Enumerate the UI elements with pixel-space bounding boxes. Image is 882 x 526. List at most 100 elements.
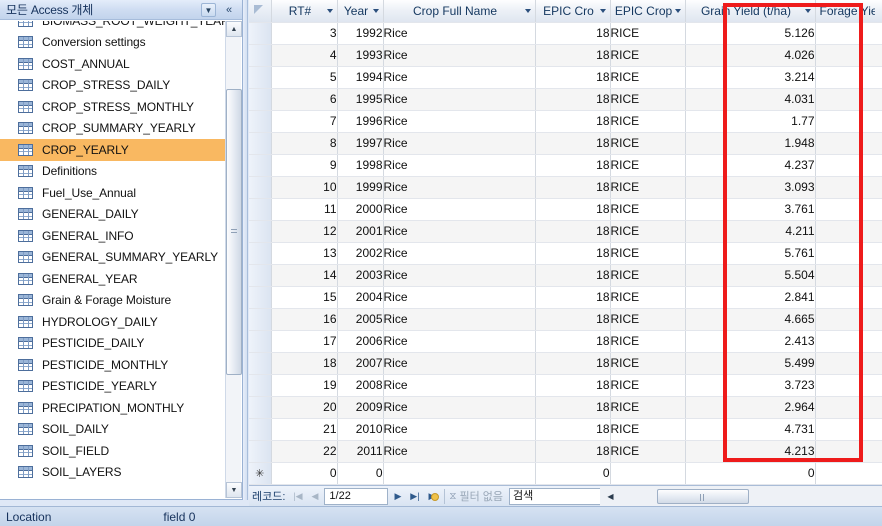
row-selector[interactable] — [249, 352, 272, 375]
table-row[interactable]: 21 2010 Rice 18 RICE 4.731 — [249, 418, 882, 441]
cell-rt[interactable]: 4 — [271, 44, 338, 67]
sidebar-item-cost-annual[interactable]: COST_ANNUAL — [0, 53, 225, 75]
chevron-down-icon[interactable]: ▼ — [201, 3, 216, 17]
cell-forage[interactable] — [815, 374, 882, 397]
cell-epic1[interactable]: 18 — [535, 330, 611, 353]
sidebar-item-fuel-use-annual[interactable]: Fuel_Use_Annual — [0, 182, 225, 204]
cell-forage[interactable] — [815, 440, 882, 463]
cell-rt[interactable]: 21 — [271, 418, 338, 441]
row-selector[interactable] — [249, 440, 272, 463]
first-record-icon[interactable]: |◀ — [289, 488, 306, 505]
cell-crop[interactable]: Rice — [383, 396, 536, 419]
sidebar-item-definitions[interactable]: Definitions — [0, 161, 225, 183]
sidebar-item-soil-field[interactable]: SOIL_FIELD — [0, 440, 225, 462]
triangle-left-icon[interactable]: ◀ — [602, 488, 619, 505]
cell-crop[interactable]: Rice — [383, 286, 536, 309]
cell-crop[interactable]: Rice — [383, 110, 536, 133]
new-cell-epic1[interactable]: 0 — [535, 462, 611, 485]
sidebar-item-pesticide-daily[interactable]: PESTICIDE_DAILY — [0, 333, 225, 355]
cell-epic2[interactable]: RICE — [610, 308, 686, 331]
chevron-down-icon[interactable] — [524, 8, 531, 13]
cell-epic2[interactable]: RICE — [610, 22, 686, 45]
cell-year[interactable]: 2002 — [337, 242, 384, 265]
cell-grain[interactable]: 2.841 — [685, 286, 816, 309]
navigation-pane-scrollbar[interactable]: ▲ ▼ — [225, 21, 242, 498]
cell-epic1[interactable]: 18 — [535, 110, 611, 133]
cell-epic2[interactable]: RICE — [610, 198, 686, 221]
sidebar-item-precipation-monthly[interactable]: PRECIPATION_MONTHLY — [0, 397, 225, 419]
new-cell-epic2[interactable] — [610, 462, 686, 485]
sidebar-item-general-info[interactable]: GENERAL_INFO — [0, 225, 225, 247]
cell-grain[interactable]: 4.213 — [685, 440, 816, 463]
table-row[interactable]: 3 1992 Rice 18 RICE 5.126 — [249, 22, 882, 45]
cell-epic1[interactable]: 18 — [535, 88, 611, 111]
sidebar-item-general-year[interactable]: GENERAL_YEAR — [0, 268, 225, 290]
cell-epic2[interactable]: RICE — [610, 440, 686, 463]
cell-forage[interactable] — [815, 110, 882, 133]
cell-crop[interactable]: Rice — [383, 242, 536, 265]
cell-forage[interactable] — [815, 264, 882, 287]
cell-forage[interactable] — [815, 352, 882, 375]
cell-year[interactable]: 2001 — [337, 220, 384, 243]
cell-epic2[interactable]: RICE — [610, 330, 686, 353]
table-row[interactable]: 17 2006 Rice 18 RICE 2.413 — [249, 330, 882, 353]
cell-rt[interactable]: 15 — [271, 286, 338, 309]
cell-grain[interactable]: 4.237 — [685, 154, 816, 177]
cell-year[interactable]: 2010 — [337, 418, 384, 441]
cell-epic2[interactable]: RICE — [610, 418, 686, 441]
cell-crop[interactable]: Rice — [383, 88, 536, 111]
cell-crop[interactable]: Rice — [383, 198, 536, 221]
cell-rt[interactable]: 7 — [271, 110, 338, 133]
cell-grain[interactable]: 1.77 — [685, 110, 816, 133]
datasheet-horizontal-scrollbar[interactable]: ◀ — [600, 485, 882, 506]
sidebar-item-crop-summary-yearly[interactable]: CROP_SUMMARY_YEARLY — [0, 118, 225, 140]
table-row[interactable]: 11 2000 Rice 18 RICE 3.761 — [249, 198, 882, 221]
table-row[interactable]: 7 1996 Rice 18 RICE 1.77 — [249, 110, 882, 133]
cell-epic1[interactable]: 18 — [535, 286, 611, 309]
new-cell-grain[interactable]: 0 — [685, 462, 816, 485]
cell-year[interactable]: 1992 — [337, 22, 384, 45]
cell-epic1[interactable]: 18 — [535, 22, 611, 45]
table-row[interactable]: 9 1998 Rice 18 RICE 4.237 — [249, 154, 882, 177]
cell-epic1[interactable]: 18 — [535, 220, 611, 243]
cell-forage[interactable] — [815, 396, 882, 419]
cell-rt[interactable]: 22 — [271, 440, 338, 463]
cell-crop[interactable]: Rice — [383, 418, 536, 441]
row-selector[interactable] — [249, 22, 272, 45]
cell-epic2[interactable]: RICE — [610, 44, 686, 67]
current-record-input[interactable]: 1/22 — [324, 487, 389, 505]
cell-forage[interactable] — [815, 286, 882, 309]
cell-epic1[interactable]: 18 — [535, 176, 611, 199]
cell-forage[interactable] — [815, 176, 882, 199]
scrollbar-track[interactable] — [622, 488, 879, 504]
row-selector[interactable] — [249, 286, 272, 309]
cell-forage[interactable] — [815, 22, 882, 45]
new-record-row[interactable]: ✳ 0 0 0 0 — [249, 462, 882, 485]
row-selector[interactable] — [249, 176, 272, 199]
cell-year[interactable]: 1997 — [337, 132, 384, 155]
cell-grain[interactable]: 2.413 — [685, 330, 816, 353]
sidebar-item-conversion-settings[interactable]: Conversion settings — [0, 32, 225, 54]
sidebar-item-grain-forage-moisture[interactable]: Grain & Forage Moisture — [0, 290, 225, 312]
cell-crop[interactable]: Rice — [383, 440, 536, 463]
sidebar-item-pesticide-monthly[interactable]: PESTICIDE_MONTHLY — [0, 354, 225, 376]
cell-year[interactable]: 2000 — [337, 198, 384, 221]
cell-epic1[interactable]: 18 — [535, 154, 611, 177]
cell-epic2[interactable]: RICE — [610, 220, 686, 243]
cell-rt[interactable]: 18 — [271, 352, 338, 375]
cell-rt[interactable]: 16 — [271, 308, 338, 331]
table-row[interactable]: 5 1994 Rice 18 RICE 3.214 — [249, 66, 882, 89]
cell-epic2[interactable]: RICE — [610, 154, 686, 177]
row-selector[interactable] — [249, 330, 272, 353]
new-cell-rt[interactable]: 0 — [271, 462, 338, 485]
cell-crop[interactable]: Rice — [383, 22, 536, 45]
cell-rt[interactable]: 5 — [271, 66, 338, 89]
pane-splitter[interactable] — [243, 0, 248, 500]
cell-year[interactable]: 1993 — [337, 44, 384, 67]
chevron-down-icon[interactable] — [804, 8, 811, 13]
cell-crop[interactable]: Rice — [383, 154, 536, 177]
cell-grain[interactable]: 5.504 — [685, 264, 816, 287]
cell-epic1[interactable]: 18 — [535, 132, 611, 155]
previous-record-icon[interactable]: ◀ — [306, 488, 323, 505]
row-selector[interactable] — [249, 220, 272, 243]
